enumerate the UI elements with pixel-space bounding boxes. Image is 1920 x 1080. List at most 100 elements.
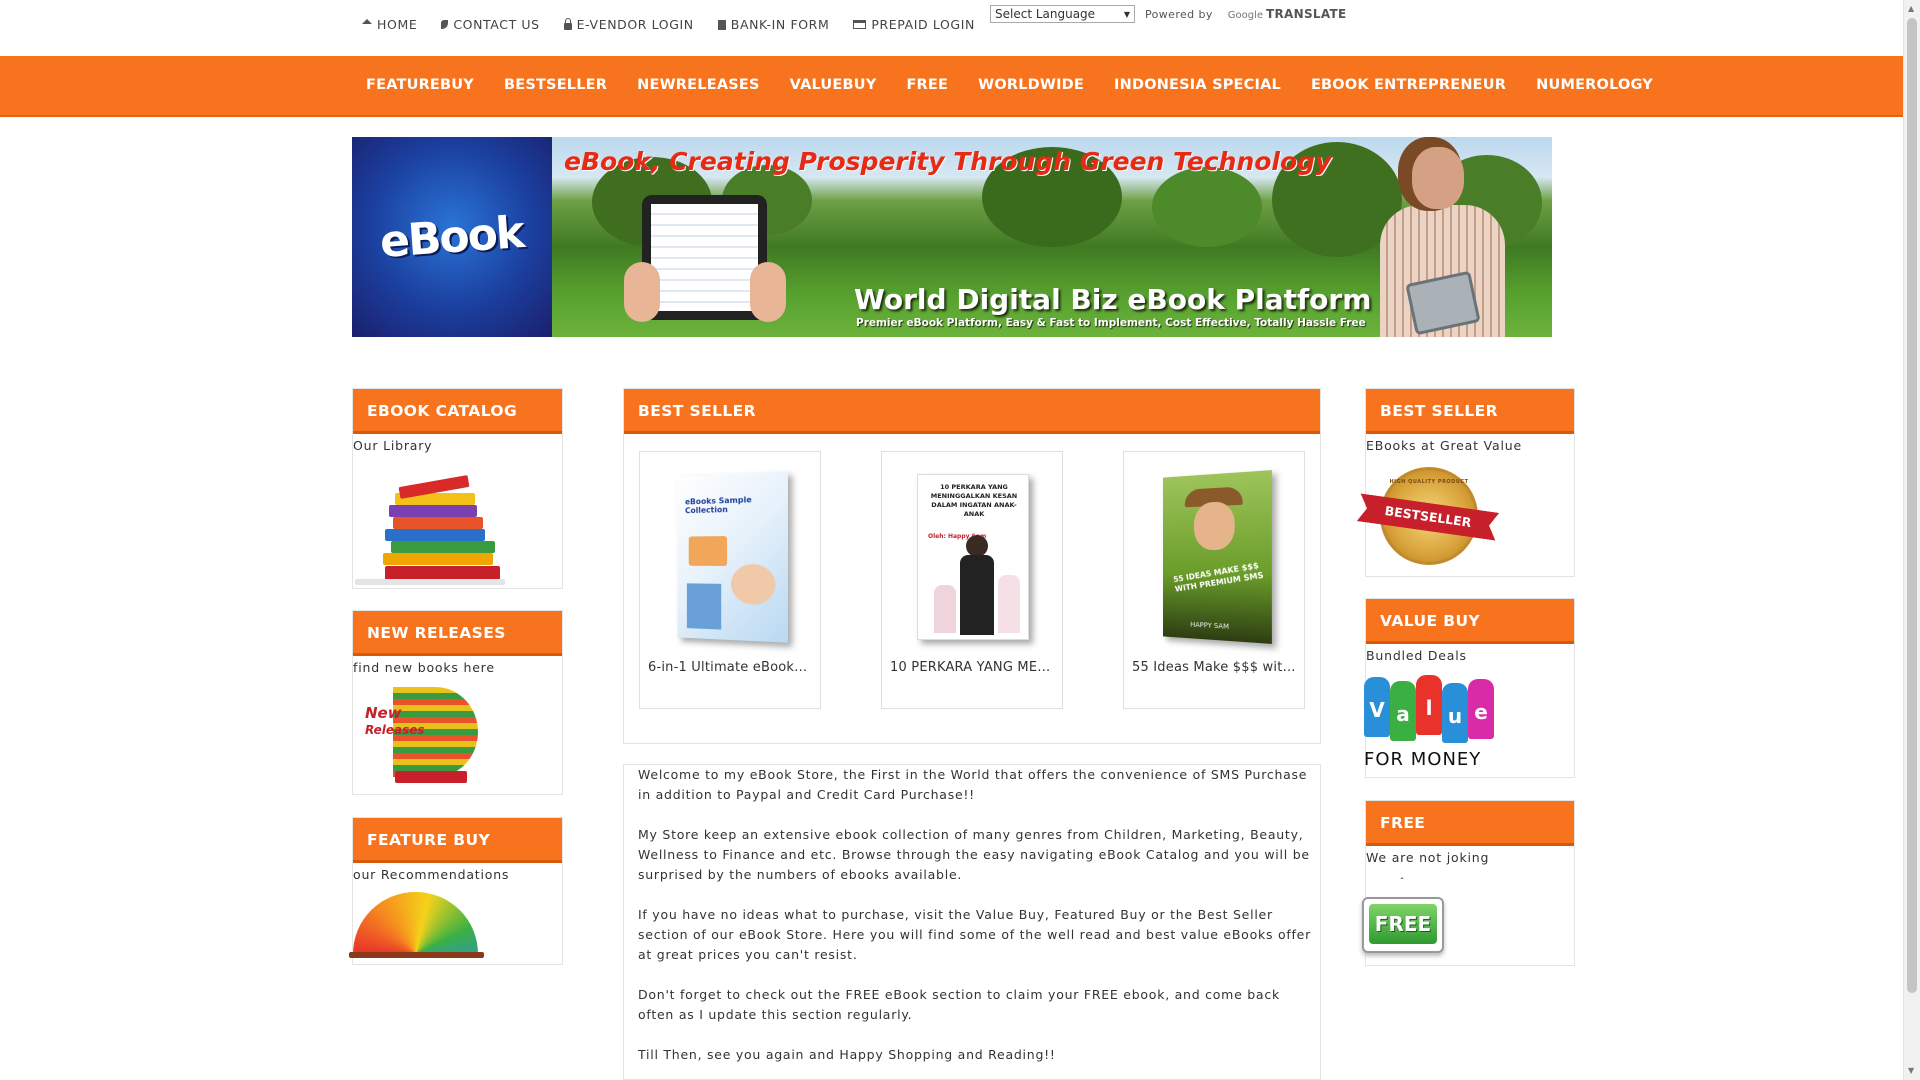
book-shape	[393, 517, 483, 529]
book-shape	[391, 541, 495, 553]
free-sign-image[interactable]: FREE	[1360, 875, 1456, 965]
welcome-paragraph: Don't forget to check out the FREE eBook…	[638, 987, 1280, 1022]
lock-icon	[563, 17, 572, 30]
tablet-image	[642, 195, 767, 320]
home-link[interactable]: HOME	[362, 17, 417, 32]
banner-headline: eBook, Creating Prosperity Through Green…	[564, 147, 1332, 176]
bank-in-form-link[interactable]: BANK-IN FORM	[717, 17, 830, 32]
scrollbar-thumb[interactable]	[1907, 18, 1917, 993]
free-panel: FREE We are not joking FREE	[1362, 800, 1575, 966]
new-releases-image[interactable]: New Releases	[353, 681, 493, 793]
nav-ebook-entrepreneur[interactable]: EBOOK ENTREPRENEUR	[1311, 77, 1506, 93]
credit-card-icon	[853, 20, 867, 29]
dropdown-arrow-icon: ▼	[1123, 10, 1130, 19]
google-translate-link[interactable]: Google TRANSLATE	[1228, 7, 1347, 21]
nav-newreleases[interactable]: NEWRELEASES	[637, 77, 759, 93]
hand-shape	[624, 262, 660, 322]
book-shape	[385, 566, 500, 580]
product-cover-image: 10 PERKARA YANG MENINGGALKAN KESAN DALAM…	[917, 474, 1029, 640]
new-releases-title[interactable]: NEW RELEASES	[353, 611, 562, 656]
cover-photo-shape	[998, 575, 1020, 633]
cover-text: 10 PERKARA YANG MENINGGALKAN KESAN DALAM…	[930, 483, 1018, 518]
value-tag: u	[1442, 683, 1468, 743]
product-cover-image: 55 IDEAS MAKE $$$ WITH PREMIUM SMS HAPPY…	[1163, 470, 1272, 644]
product-card[interactable]: 10 PERKARA YANG MENINGGALKAN KESAN DALAM…	[881, 451, 1063, 709]
hero-banner[interactable]: eBook eBook, Creating Prosperity Through…	[352, 137, 1552, 337]
product-title[interactable]: 55 Ideas Make $$$ with ...	[1132, 660, 1296, 675]
ebook-catalog-subtitle: Our Library	[353, 438, 433, 453]
best-seller-center-title[interactable]: BEST SELLER	[624, 389, 1320, 434]
new-art-text: New	[365, 704, 402, 722]
google-logo: Google	[1227, 10, 1264, 21]
for-money-caption: FOR MONEY	[1364, 749, 1482, 770]
ebook-catalog-title[interactable]: EBOOK CATALOG	[353, 389, 562, 434]
product-cover-image: eBooks Sample Collection	[677, 471, 788, 643]
e-vendor-login-link[interactable]: E-VENDOR LOGIN	[563, 17, 694, 32]
value-tag: a	[1390, 681, 1416, 741]
best-seller-side-title[interactable]: BEST SELLER	[1366, 389, 1574, 434]
open-book-rainbow-image[interactable]	[341, 886, 491, 962]
contact-us-link[interactable]: CONTACT US	[441, 17, 539, 32]
value-buy-subtitle: Bundled Deals	[1366, 648, 1467, 663]
free-panel-title[interactable]: FREE	[1366, 801, 1574, 846]
book-shape	[385, 529, 485, 541]
ebook-logo-text: eBook	[378, 206, 526, 268]
nav-indonesia-special[interactable]: INDONESIA SPECIAL	[1114, 77, 1281, 93]
best-seller-side-panel: BEST SELLER EBooks at Great Value HIGH Q…	[1365, 388, 1575, 577]
book-stack-image[interactable]	[355, 461, 505, 586]
shadow-shape	[355, 579, 505, 585]
book-shape	[395, 771, 467, 783]
document-icon	[717, 19, 726, 30]
releases-art-text: Releases	[365, 723, 425, 737]
feature-buy-title[interactable]: FEATURE BUY	[353, 818, 562, 863]
google-translate-widget: Select Language ▼ Powered by Google TRANSL…	[990, 5, 1347, 23]
ebook-logo-tile: eBook	[352, 137, 552, 337]
powered-by-text: Powered by	[1145, 7, 1213, 21]
cover-photo-shape	[934, 585, 956, 633]
park-scene-image: eBook, Creating Prosperity Through Green…	[552, 137, 1552, 337]
cover-text: eBooks Sample Collection	[685, 495, 752, 516]
product-title[interactable]: 10 PERKARA YANG MENIN...	[890, 660, 1054, 675]
cover-author: HAPPY SAM	[1190, 620, 1229, 631]
cover-photo-shape	[688, 536, 728, 566]
scroll-down-icon[interactable]: ▼	[1908, 1066, 1914, 1075]
banner-platform-title: World Digital Biz eBook Platform	[854, 283, 1372, 316]
language-select[interactable]: Select Language ▼	[990, 5, 1135, 23]
cover-face-shape	[1194, 501, 1235, 551]
vertical-scrollbar[interactable]: ▲ ▼	[1903, 0, 1920, 1080]
ebook-catalog-panel: EBOOK CATALOG Our Library	[352, 388, 563, 589]
contact-link-label: CONTACT US	[453, 17, 540, 32]
product-card[interactable]: eBooks Sample Collection 6-in-1 Ultimate…	[639, 451, 821, 709]
value-for-money-image[interactable]: V a l u e FOR MONEY	[1362, 671, 1498, 775]
bestseller-badge-image[interactable]: HIGH QUALITY PRODUCT BESTSELLER	[1358, 467, 1498, 571]
main-nav-items: FEATUREBUY BESTSELLER NEWRELEASES VALUEB…	[366, 77, 1683, 93]
nav-free[interactable]: FREE	[906, 77, 948, 93]
feature-buy-subtitle: our Recommendations	[353, 867, 510, 882]
product-card[interactable]: 55 IDEAS MAKE $$$ WITH PREMIUM SMS HAPPY…	[1123, 451, 1305, 709]
tablet-screen	[651, 204, 758, 311]
main-navbar: FEATUREBUY BESTSELLER NEWRELEASES VALUEB…	[0, 56, 1903, 117]
product-title[interactable]: 6-in-1 Ultimate eBooks S...	[648, 660, 812, 675]
nav-valuebuy[interactable]: VALUEBUY	[790, 77, 877, 93]
best-seller-side-subtitle: EBooks at Great Value	[1366, 438, 1522, 453]
cover-text: 55 IDEAS MAKE $$$ WITH PREMIUM SMS	[1172, 560, 1265, 594]
nav-featurebuy[interactable]: FEATUREBUY	[366, 77, 474, 93]
scroll-up-icon[interactable]: ▲	[1908, 4, 1914, 13]
nav-numerology[interactable]: NUMEROLOGY	[1536, 77, 1653, 93]
cover-photo-shape	[966, 535, 988, 557]
value-tag: l	[1416, 675, 1442, 735]
nav-worldwide[interactable]: WORLDWIDE	[978, 77, 1084, 93]
welcome-paragraph: Welcome to my eBook Store, the First in …	[638, 767, 1308, 802]
welcome-paragraph: Till Then, see you again and Happy Shopp…	[638, 1047, 1056, 1062]
book-shape	[383, 553, 493, 565]
value-buy-panel: VALUE BUY Bundled Deals V a l u e FOR MO…	[1362, 598, 1575, 778]
home-link-label: HOME	[377, 17, 418, 32]
top-links: HOME CONTACT US E-VENDOR LOGIN BANK-IN F…	[362, 17, 999, 32]
welcome-paragraph: My Store keep an extensive ebook collect…	[638, 827, 1310, 882]
prepaid-login-link[interactable]: PREPAID LOGIN	[853, 17, 975, 32]
tree-shape	[1152, 167, 1262, 247]
phone-icon	[441, 20, 449, 29]
rainbow-pages-shape	[353, 892, 478, 954]
value-buy-title[interactable]: VALUE BUY	[1366, 599, 1574, 644]
nav-bestseller[interactable]: BESTSELLER	[504, 77, 607, 93]
